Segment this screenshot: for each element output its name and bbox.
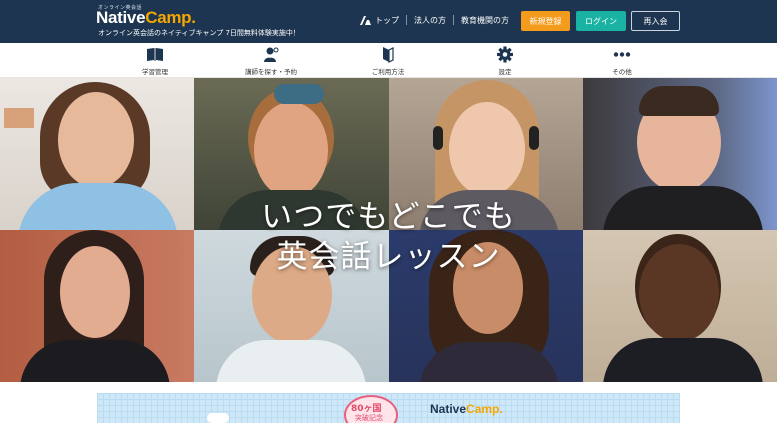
nativecamp-mark-icon xyxy=(360,15,371,25)
hero-headline-line-1: いつでもどこでも xyxy=(261,199,516,235)
top-links: トップ 法人の方 教育機関の方 xyxy=(360,13,509,27)
banner-logo-text: Native xyxy=(430,402,467,416)
gear-icon xyxy=(497,46,513,63)
cloud-decoration xyxy=(207,413,229,423)
site-logo[interactable]: NativeCamp. xyxy=(96,8,196,28)
nav-item-study-management[interactable]: 学習管理 xyxy=(100,46,210,76)
banner-logo: NativeCamp. xyxy=(430,402,503,416)
top-link-label: 教育機関の方 xyxy=(461,15,509,25)
teacher-search-icon xyxy=(264,47,279,62)
nav-label: ご利用方法 xyxy=(371,68,405,76)
top-link-label: トップ xyxy=(375,15,399,25)
rejoin-button[interactable]: 再入会 xyxy=(631,11,680,31)
top-link-label: 法人の方 xyxy=(414,15,446,25)
nav-item-settings[interactable]: 設定 xyxy=(450,46,560,76)
banner-badge-subtext: 突破記念 xyxy=(355,414,383,422)
book-icon xyxy=(147,48,163,61)
top-link-home[interactable]: トップ xyxy=(360,15,399,26)
top-link-corporate[interactable]: 法人の方 xyxy=(414,15,446,26)
link-divider xyxy=(406,15,407,25)
nav-label: 講師を探す・予約 xyxy=(245,68,297,76)
nav-label: 学習管理 xyxy=(142,68,168,76)
hero-section: いつでもどこでも 英会話レッスン xyxy=(0,78,777,382)
login-button[interactable]: ログイン xyxy=(576,11,626,31)
logo-text: Native xyxy=(96,8,146,27)
nav-label: その他 xyxy=(612,68,632,76)
register-button[interactable]: 新規登録 xyxy=(521,11,570,31)
top-link-education[interactable]: 教育機関の方 xyxy=(461,15,509,26)
guide-book-icon xyxy=(383,47,394,63)
banner-logo-accent: Camp. xyxy=(466,402,503,416)
more-dots-icon xyxy=(613,52,631,57)
promo-banner[interactable]: 80ヶ国 突破記念 NativeCamp. xyxy=(97,393,680,423)
nav-item-how-to-use[interactable]: ご利用方法 xyxy=(333,46,443,76)
nav-item-find-teacher[interactable]: 講師を探す・予約 xyxy=(216,46,326,76)
link-divider xyxy=(453,15,454,25)
site-header: オンライン英会話 NativeCamp. オンライン英会話のネイティブキャンプ … xyxy=(0,0,777,43)
nav-label: 設定 xyxy=(498,68,512,76)
main-nav: 学習管理 講師を探す・予約 ご利用方法 設定 その他 xyxy=(0,43,777,78)
hero-headline-line-2: 英会話レッスン xyxy=(276,239,501,275)
logo-accent-text: Camp. xyxy=(145,8,196,27)
tagline: オンライン英会話のネイティブキャンプ 7日間無料体験実施中！ xyxy=(98,29,300,37)
nav-item-more[interactable]: その他 xyxy=(567,46,677,76)
